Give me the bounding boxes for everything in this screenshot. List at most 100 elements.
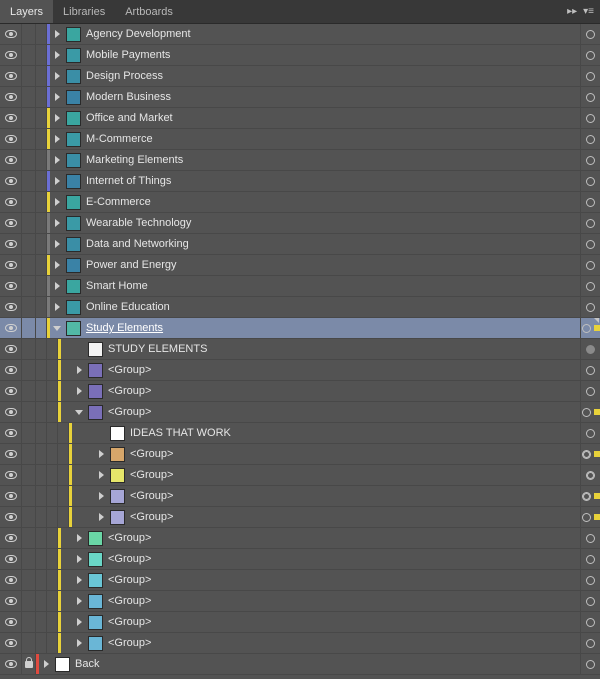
panel-menu-icon[interactable]: ▾≡ <box>583 6 594 17</box>
layer-thumbnail[interactable] <box>88 531 103 546</box>
visibility-toggle[interactable] <box>0 612 22 632</box>
layer-row[interactable]: Internet of Things <box>0 171 600 192</box>
layer-row[interactable]: <Group> <box>0 507 600 528</box>
layer-label[interactable]: Back <box>75 658 580 670</box>
lock-toggle[interactable] <box>22 633 36 653</box>
lock-toggle[interactable] <box>22 297 36 317</box>
layer-thumbnail[interactable] <box>110 447 125 462</box>
layer-thumbnail[interactable] <box>66 27 81 42</box>
layer-thumbnail[interactable] <box>66 300 81 315</box>
layer-label[interactable]: Study Elements <box>86 322 580 334</box>
expand-toggle[interactable] <box>72 576 86 584</box>
layer-thumbnail[interactable] <box>88 384 103 399</box>
visibility-toggle[interactable] <box>0 129 22 149</box>
target-indicator[interactable] <box>580 612 600 632</box>
target-indicator[interactable] <box>580 150 600 170</box>
target-indicator[interactable] <box>580 591 600 611</box>
lock-toggle[interactable] <box>22 129 36 149</box>
visibility-toggle[interactable] <box>0 360 22 380</box>
layer-thumbnail[interactable] <box>66 174 81 189</box>
lock-toggle[interactable] <box>22 549 36 569</box>
layer-row[interactable]: <Group> <box>0 360 600 381</box>
target-indicator[interactable] <box>580 381 600 401</box>
layer-row[interactable]: Agency Development <box>0 24 600 45</box>
lock-toggle[interactable] <box>22 591 36 611</box>
layer-label[interactable]: <Group> <box>130 511 580 523</box>
lock-toggle[interactable] <box>22 486 36 506</box>
visibility-toggle[interactable] <box>0 654 22 674</box>
expand-toggle[interactable] <box>50 72 64 80</box>
layer-thumbnail[interactable] <box>110 489 125 504</box>
layer-row[interactable]: <Group> <box>0 612 600 633</box>
layer-row[interactable]: Marketing Elements <box>0 150 600 171</box>
layer-row[interactable]: <Group> <box>0 486 600 507</box>
target-indicator[interactable] <box>580 234 600 254</box>
tab-layers[interactable]: Layers <box>0 0 53 23</box>
layer-label[interactable]: Office and Market <box>86 112 580 124</box>
lock-toggle[interactable] <box>22 255 36 275</box>
layer-thumbnail[interactable] <box>66 258 81 273</box>
expand-toggle[interactable] <box>72 618 86 626</box>
layer-label[interactable]: <Group> <box>108 532 580 544</box>
target-indicator[interactable] <box>580 192 600 212</box>
layer-thumbnail[interactable] <box>66 216 81 231</box>
layer-label[interactable]: STUDY ELEMENTS <box>108 343 580 355</box>
lock-toggle[interactable] <box>22 507 36 527</box>
lock-toggle[interactable] <box>22 360 36 380</box>
layer-row[interactable]: <Group> <box>0 570 600 591</box>
layer-label[interactable]: Internet of Things <box>86 175 580 187</box>
visibility-toggle[interactable] <box>0 213 22 233</box>
expand-toggle[interactable] <box>72 555 86 563</box>
expand-toggle[interactable] <box>39 660 53 668</box>
visibility-toggle[interactable] <box>0 297 22 317</box>
layer-thumbnail[interactable] <box>66 153 81 168</box>
layer-label[interactable]: Mobile Payments <box>86 49 580 61</box>
lock-toggle[interactable] <box>22 213 36 233</box>
visibility-toggle[interactable] <box>0 171 22 191</box>
visibility-toggle[interactable] <box>0 549 22 569</box>
target-indicator[interactable] <box>580 423 600 443</box>
expand-toggle[interactable] <box>50 135 64 143</box>
lock-toggle[interactable] <box>22 171 36 191</box>
visibility-toggle[interactable] <box>0 234 22 254</box>
layer-thumbnail[interactable] <box>66 237 81 252</box>
tab-libraries[interactable]: Libraries <box>53 0 115 23</box>
lock-toggle[interactable] <box>22 570 36 590</box>
layer-label[interactable]: Online Education <box>86 301 580 313</box>
lock-toggle[interactable] <box>22 654 36 674</box>
target-indicator[interactable] <box>580 528 600 548</box>
layer-row[interactable]: M-Commerce <box>0 129 600 150</box>
target-indicator[interactable] <box>580 633 600 653</box>
lock-toggle[interactable] <box>22 465 36 485</box>
target-indicator[interactable] <box>580 486 600 506</box>
tab-artboards[interactable]: Artboards <box>115 0 183 23</box>
layer-thumbnail[interactable] <box>55 657 70 672</box>
layer-label[interactable]: Design Process <box>86 70 580 82</box>
target-indicator[interactable] <box>580 87 600 107</box>
lock-toggle[interactable] <box>22 66 36 86</box>
expand-toggle[interactable] <box>50 51 64 59</box>
layer-thumbnail[interactable] <box>88 405 103 420</box>
layer-row[interactable]: Office and Market <box>0 108 600 129</box>
lock-toggle[interactable] <box>22 192 36 212</box>
target-indicator[interactable] <box>580 549 600 569</box>
visibility-toggle[interactable] <box>0 570 22 590</box>
layer-label[interactable]: <Group> <box>108 637 580 649</box>
layer-label[interactable]: <Group> <box>108 385 580 397</box>
expand-toggle[interactable] <box>72 366 86 374</box>
expand-toggle[interactable] <box>94 492 108 500</box>
layer-label[interactable]: <Group> <box>108 574 580 586</box>
lock-toggle[interactable] <box>22 612 36 632</box>
visibility-toggle[interactable] <box>0 591 22 611</box>
expand-toggle[interactable] <box>72 639 86 647</box>
layer-thumbnail[interactable] <box>66 48 81 63</box>
layer-row[interactable]: <Group> <box>0 381 600 402</box>
visibility-toggle[interactable] <box>0 528 22 548</box>
lock-toggle[interactable] <box>22 528 36 548</box>
layer-row[interactable]: Smart Home <box>0 276 600 297</box>
target-indicator[interactable] <box>580 297 600 317</box>
visibility-toggle[interactable] <box>0 66 22 86</box>
lock-toggle[interactable] <box>22 339 36 359</box>
target-indicator[interactable] <box>580 66 600 86</box>
layer-label[interactable]: <Group> <box>130 469 580 481</box>
